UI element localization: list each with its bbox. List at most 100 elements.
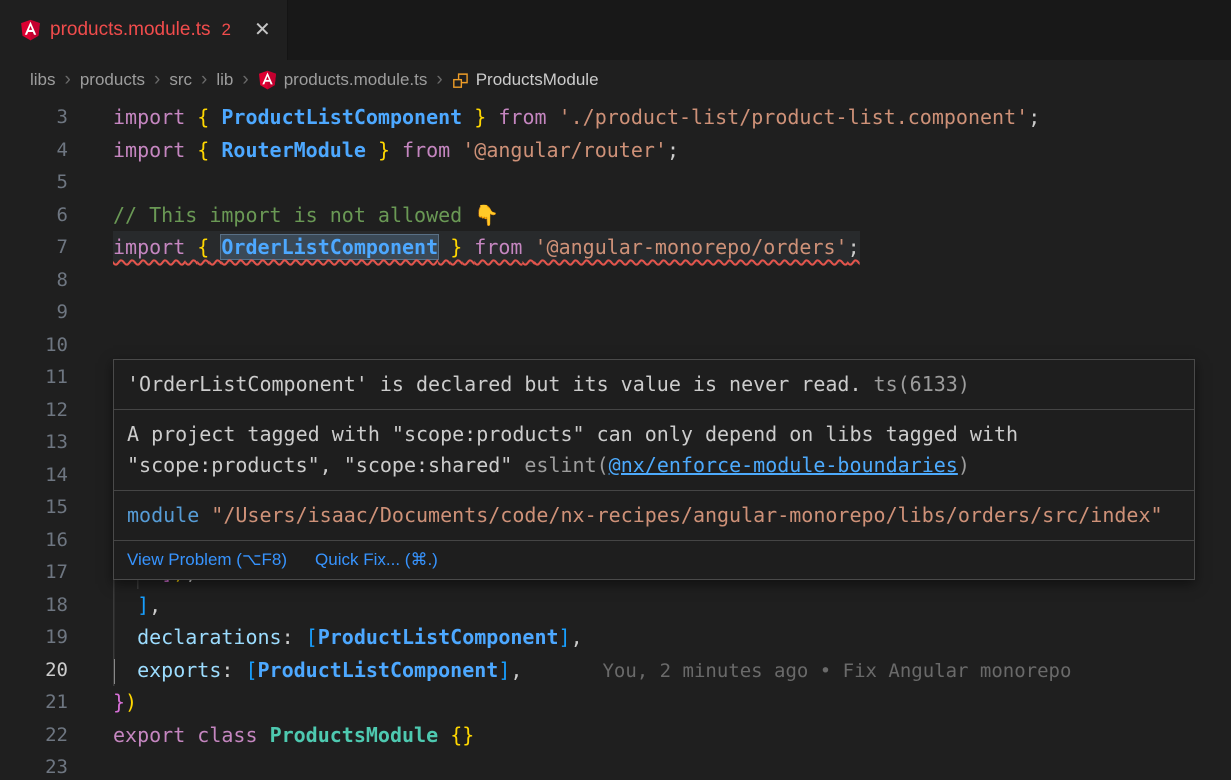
indent-guide [113, 621, 137, 654]
line-number[interactable]: 14 [0, 459, 68, 492]
code-token: from [498, 105, 546, 129]
code-line[interactable]: 3 import { ProductListComponent } from '.… [0, 101, 1231, 134]
chevron-right-icon: › [201, 69, 207, 91]
code-line[interactable]: 4import { RouterModule } from '@angular/… [0, 134, 1231, 167]
code-line-content: exports: [ProductListComponent],You, 2 m… [113, 654, 1071, 687]
chevron-right-icon: › [154, 69, 160, 91]
line-number[interactable]: 13 [0, 426, 68, 459]
indent-guide [113, 654, 137, 687]
breadcrumb-item-lib[interactable]: lib [216, 70, 233, 90]
code-token [366, 138, 378, 162]
ts-error-message: 'OrderListComponent' is declared but its… [127, 372, 874, 396]
close-icon[interactable]: ✕ [254, 20, 271, 40]
code-line[interactable]: 18 ], [0, 589, 1231, 622]
code-token [185, 105, 197, 129]
code-line-content: }) [113, 686, 137, 719]
code-line-content: import { ProductListComponent } from './… [113, 101, 1040, 134]
code-token: ] [137, 593, 149, 617]
code-token: ; [1028, 105, 1040, 129]
code-line[interactable]: 6 // This import is not allowed 👇 [0, 199, 1231, 232]
breadcrumb-item-products[interactable]: products [80, 70, 145, 90]
code-token: : [221, 658, 245, 682]
code-line[interactable]: 20 exports: [ProductListComponent],You, … [0, 654, 1231, 687]
breadcrumb-label: src [169, 70, 192, 90]
line-number[interactable]: 19 [0, 621, 68, 654]
code-line[interactable]: 9 [0, 296, 1231, 329]
breadcrumb-item-src[interactable]: src [169, 70, 192, 90]
code-token [462, 235, 474, 259]
code-token: class [197, 723, 257, 747]
breadcrumb-label: lib [216, 70, 233, 90]
code-token: , [149, 593, 161, 617]
code-token: , [571, 625, 583, 649]
code-token: { [197, 138, 209, 162]
line-number[interactable]: 3 [0, 101, 68, 134]
breadcrumb-item-libs[interactable]: libs [30, 70, 56, 90]
code-token: ProductListComponent [221, 105, 462, 129]
line-number[interactable]: 4 [0, 134, 68, 167]
code-line[interactable]: 21}) [0, 686, 1231, 719]
breadcrumb-label: libs [30, 70, 56, 90]
code-line[interactable]: 7 import { OrderListComponent } from '@an… [0, 231, 1231, 264]
line-number[interactable]: 20 [0, 654, 68, 687]
symbol-class-icon [452, 72, 469, 89]
code-token: import [113, 138, 185, 162]
code-line-content: import { OrderListComponent } from '@ang… [113, 231, 860, 264]
code-token: ProductListComponent [318, 625, 559, 649]
code-token: RouterModule [221, 138, 366, 162]
code-token: './product-list/product-list.component' [559, 105, 1029, 129]
code-line-content: export class ProductsModule {} [113, 719, 474, 752]
code-line-content: // This import is not allowed 👇 [113, 199, 499, 232]
line-number[interactable]: 10 [0, 329, 68, 362]
code-line[interactable]: 10 [0, 329, 1231, 362]
code-token: ; [848, 235, 860, 259]
tab-bar: products.module.ts 2 ✕ [0, 0, 1231, 60]
line-number[interactable]: 18 [0, 589, 68, 622]
line-number[interactable]: 9 [0, 296, 68, 329]
view-problem-button[interactable]: View Problem (⌥F8) [127, 550, 287, 570]
code-token: ; [667, 138, 679, 162]
code-line[interactable]: 8 [0, 264, 1231, 297]
code-token: ] [498, 658, 510, 682]
line-number[interactable]: 17 [0, 556, 68, 589]
code-token: '@angular-monorepo/orders' [535, 235, 848, 259]
breadcrumb-item-products-module-ts[interactable]: products.module.ts [258, 70, 428, 90]
code-token: {} [450, 723, 474, 747]
code-token: export [113, 723, 185, 747]
code-token: from [474, 235, 522, 259]
quick-fix-button[interactable]: Quick Fix... (⌘.) [315, 550, 438, 570]
eslint-source-close: ) [958, 453, 970, 477]
code-token: [ [306, 625, 318, 649]
module-keyword: module [127, 503, 211, 527]
code-token [438, 723, 450, 747]
tab-products-module[interactable]: products.module.ts 2 ✕ [0, 0, 288, 60]
line-number[interactable]: 21 [0, 686, 68, 719]
code-token: import [113, 105, 185, 129]
git-blame-annotation: You, 2 minutes ago • Fix Angular monorep… [522, 660, 1071, 682]
code-line[interactable]: 22 export class ProductsModule {} [0, 719, 1231, 752]
code-token: OrderListComponent [221, 235, 438, 259]
code-token [390, 138, 402, 162]
line-number[interactable]: 12 [0, 394, 68, 427]
code-token [438, 235, 450, 259]
line-number[interactable]: 16 [0, 524, 68, 557]
code-token: [ [245, 658, 257, 682]
line-number[interactable]: 6 [0, 199, 68, 232]
line-number[interactable]: 22 [0, 719, 68, 752]
line-number[interactable]: 7 [0, 231, 68, 264]
code-token: from [402, 138, 450, 162]
breadcrumb-item-productsmodule[interactable]: ProductsModule [452, 70, 599, 90]
line-number[interactable]: 5 [0, 166, 68, 199]
code-line[interactable]: 5 [0, 166, 1231, 199]
chevron-right-icon: › [65, 69, 71, 91]
code-token [185, 138, 197, 162]
line-number[interactable]: 23 [0, 751, 68, 780]
eslint-rule-link[interactable]: @nx/enforce-module-boundaries [609, 453, 958, 477]
line-number[interactable]: 11 [0, 361, 68, 394]
code-line[interactable]: 19 declarations: [ProductListComponent], [0, 621, 1231, 654]
code-line[interactable]: 23 [0, 751, 1231, 780]
code-token: } [450, 235, 462, 259]
line-number[interactable]: 8 [0, 264, 68, 297]
code-token [185, 723, 197, 747]
line-number[interactable]: 15 [0, 491, 68, 524]
